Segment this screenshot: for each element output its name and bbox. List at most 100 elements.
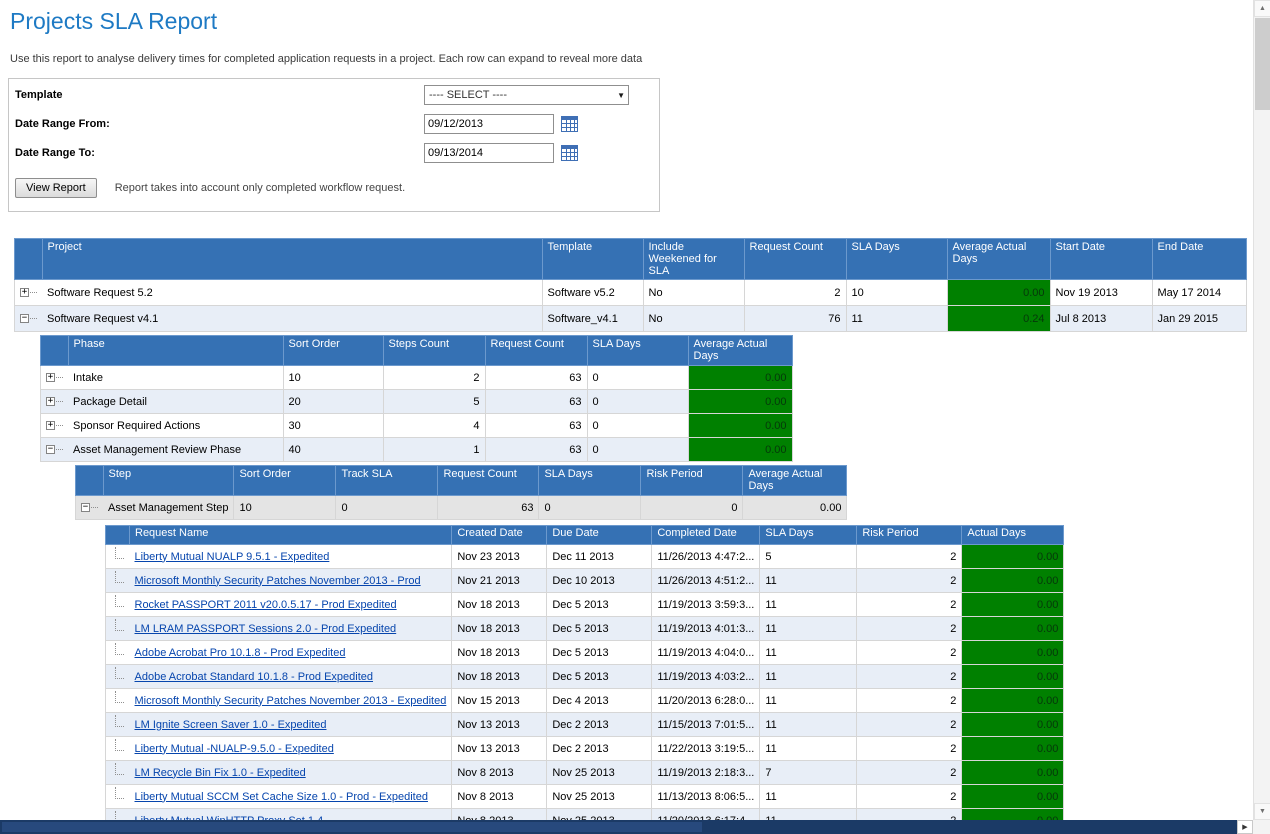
request-link[interactable]: Microsoft Monthly Security Patches Novem… (135, 695, 447, 707)
phase-table-body: + Intake 10 2 63 0 0.00 + Package Detail… (41, 366, 793, 462)
column-header: Sort Order (283, 336, 383, 366)
request-link[interactable]: Adobe Acrobat Pro 10.1.8 - Prod Expedite… (135, 647, 346, 659)
view-report-button[interactable]: View Report (15, 178, 97, 198)
request-link[interactable]: Microsoft Monthly Security Patches Novem… (135, 575, 421, 587)
request-row: Adobe Acrobat Standard 10.1.8 - Prod Exp… (106, 665, 1064, 689)
header-corner-cell (41, 336, 69, 366)
request-link[interactable]: LM LRAM PASSPORT Sessions 2.0 - Prod Exp… (135, 623, 397, 635)
completed-date-cell: 11/26/2013 4:51:2... (652, 569, 760, 593)
template-label: Template (15, 89, 424, 101)
date-range-from-input[interactable] (424, 114, 554, 134)
tree-cell: + (41, 366, 69, 390)
horizontal-scrollbar-thumb[interactable] (2, 822, 702, 832)
calendar-icon-graphic (561, 116, 578, 132)
steps-count-cell: 5 (383, 390, 485, 414)
created-date-cell: Nov 23 2013 (452, 545, 547, 569)
risk-period-cell: 0 (641, 496, 743, 520)
request-link[interactable]: Rocket PASSPORT 2011 v20.0.5.17 - Prod E… (135, 599, 397, 611)
column-header: Project (42, 239, 542, 280)
phase-table-header-row: PhaseSort OrderSteps CountRequest CountS… (41, 336, 793, 366)
column-header: Steps Count (383, 336, 485, 366)
request-count-cell: 2 (744, 280, 846, 306)
column-header: Completed Date (652, 526, 760, 545)
tree-cell (106, 617, 130, 641)
calendar-icon[interactable] (561, 116, 578, 132)
due-date-cell: Dec 2 2013 (547, 713, 652, 737)
completed-date-cell: 11/15/2013 7:01:5... (652, 713, 760, 737)
sort-order-cell: 10 (234, 496, 336, 520)
scroll-right-icon: ▶ (1242, 823, 1247, 831)
expand-toggle-icon[interactable]: − (81, 503, 90, 512)
sla-days-cell: 11 (760, 569, 857, 593)
request-name-cell: LM Ignite Screen Saver 1.0 - Expedited (130, 713, 452, 737)
scroll-down-button[interactable]: ▼ (1254, 803, 1270, 820)
date-range-to-label: Date Range To: (15, 147, 424, 159)
request-link[interactable]: LM Ignite Screen Saver 1.0 - Expedited (135, 719, 327, 731)
expand-toggle-icon[interactable]: + (20, 288, 29, 297)
scroll-up-button[interactable]: ▲ (1254, 0, 1270, 17)
header-corner-cell (106, 526, 130, 545)
tree-cell (106, 689, 130, 713)
view-report-row: View Report Report takes into account on… (15, 178, 651, 198)
average-actual-days-cell: 0.00 (688, 390, 792, 414)
risk-period-cell: 2 (857, 737, 962, 761)
request-name-cell: Liberty Mutual SCCM Set Cache Size 1.0 -… (130, 785, 452, 809)
tree-cell (106, 665, 130, 689)
tree-leaf-connector (115, 667, 124, 679)
expand-toggle-icon[interactable]: + (46, 373, 55, 382)
request-link[interactable]: LM Recycle Bin Fix 1.0 - Expedited (135, 767, 306, 779)
actual-days-cell: 0.00 (962, 713, 1064, 737)
tree-cell: + (41, 390, 69, 414)
completed-date-cell: 11/20/2013 6:28:0... (652, 689, 760, 713)
request-row: Microsoft Monthly Security Patches Novem… (106, 569, 1064, 593)
vertical-scrollbar-thumb[interactable] (1255, 18, 1270, 110)
calendar-icon[interactable] (561, 145, 578, 161)
request-row: Liberty Mutual SCCM Set Cache Size 1.0 -… (106, 785, 1064, 809)
column-header: Request Name (130, 526, 452, 545)
request-link[interactable]: Adobe Acrobat Standard 10.1.8 - Prod Exp… (135, 671, 374, 683)
sla-days-cell: 11 (760, 665, 857, 689)
average-actual-days-cell: 0.00 (743, 496, 847, 520)
request-name-cell: Liberty Mutual NUALP 9.5.1 - Expedited (130, 545, 452, 569)
request-row: Liberty Mutual WinHTTP Proxy Set 1.4 Nov… (106, 809, 1064, 821)
tree-cell (106, 593, 130, 617)
column-header: Request Count (744, 239, 846, 280)
request-count-cell: 63 (485, 390, 587, 414)
expand-toggle-icon[interactable]: − (46, 445, 55, 454)
phase-name-cell: Package Detail (68, 390, 283, 414)
header-corner-cell (76, 466, 104, 496)
vertical-scrollbar[interactable]: ▲ ▼ (1253, 0, 1270, 820)
request-count-cell: 63 (485, 438, 587, 462)
phase-row: + Intake 10 2 63 0 0.00 (41, 366, 793, 390)
request-link[interactable]: Liberty Mutual -NUALP-9.5.0 - Expedited (135, 743, 334, 755)
request-row: Liberty Mutual NUALP 9.5.1 - Expedited N… (106, 545, 1064, 569)
horizontal-scrollbar[interactable]: ▶ (0, 820, 1253, 834)
created-date-cell: Nov 18 2013 (452, 665, 547, 689)
column-header: Step (103, 466, 234, 496)
due-date-cell: Dec 10 2013 (547, 569, 652, 593)
created-date-cell: Nov 8 2013 (452, 809, 547, 821)
phase-name-cell: Asset Management Review Phase (68, 438, 283, 462)
due-date-cell: Dec 5 2013 (547, 641, 652, 665)
date-range-to-input[interactable] (424, 143, 554, 163)
actual-days-cell: 0.00 (962, 737, 1064, 761)
tree-cell (106, 809, 130, 821)
tree-leaf-connector (115, 739, 124, 751)
tree-leaf-connector (115, 787, 124, 799)
expand-toggle-icon[interactable]: + (46, 397, 55, 406)
completed-date-cell: 11/19/2013 4:03:2... (652, 665, 760, 689)
date-from-param-row: Date Range From: (15, 114, 651, 134)
expand-toggle-icon[interactable]: + (46, 421, 55, 430)
request-link[interactable]: Liberty Mutual NUALP 9.5.1 - Expedited (135, 551, 330, 563)
end-date-cell: May 17 2014 (1152, 280, 1246, 306)
sla-days-cell: 11 (846, 306, 947, 332)
template-select[interactable]: ---- SELECT ---- ▼ (424, 85, 629, 105)
column-header: Request Count (438, 466, 539, 496)
scroll-right-button[interactable]: ▶ (1237, 820, 1253, 834)
request-name-cell: Liberty Mutual -NUALP-9.5.0 - Expedited (130, 737, 452, 761)
request-name-cell: Liberty Mutual WinHTTP Proxy Set 1.4 (130, 809, 452, 821)
tree-cell (106, 785, 130, 809)
tree-leaf-connector (115, 619, 124, 631)
expand-toggle-icon[interactable]: − (20, 314, 29, 323)
request-link[interactable]: Liberty Mutual SCCM Set Cache Size 1.0 -… (135, 791, 428, 803)
